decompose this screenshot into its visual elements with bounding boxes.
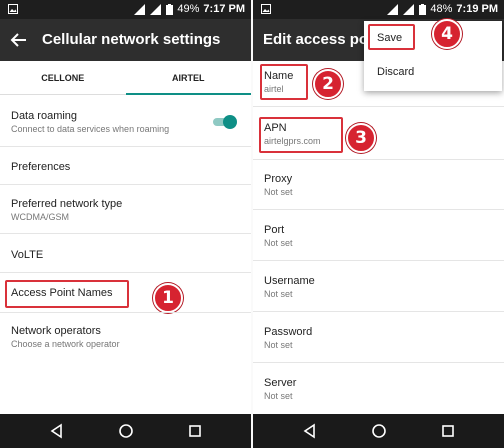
battery-percent: 48% — [430, 3, 453, 15]
item-subtitle: Connect to data services when roaming — [11, 124, 170, 134]
item-title: Data roaming — [11, 110, 78, 122]
item-title: Preferences — [11, 161, 71, 173]
nav-back-icon[interactable] — [302, 423, 318, 439]
battery-icon — [419, 3, 427, 15]
item-title: Preferred network type — [11, 198, 123, 210]
right-screen: 48% 7:19 PM Edit access poin Name airtel… — [253, 0, 504, 448]
step-badge-4: 4 — [432, 19, 462, 49]
divider — [0, 146, 251, 147]
divider — [253, 106, 504, 107]
image-notification-icon — [261, 4, 271, 14]
item-subtitle: WCDMA/GSM — [11, 212, 69, 222]
divider — [0, 184, 251, 185]
field-value: Not set — [264, 391, 293, 401]
network-operators-item[interactable]: Network operators Choose a network opera… — [11, 325, 241, 349]
field-value: Not set — [264, 289, 293, 299]
nav-home-icon[interactable] — [371, 423, 387, 439]
divider — [253, 260, 504, 261]
apn-field-port[interactable]: Port Not set — [264, 224, 494, 248]
battery-percent: 49% — [177, 3, 200, 15]
tab-indicator — [125, 93, 251, 95]
highlight-box-access-point-names — [5, 280, 129, 308]
data-roaming-item[interactable]: Data roaming Connect to data services wh… — [11, 110, 241, 134]
highlight-box-save — [368, 24, 415, 50]
apn-field-username[interactable]: Username Not set — [264, 275, 494, 299]
step-badge-1: 1 — [153, 283, 183, 313]
field-value: Not set — [264, 238, 293, 248]
status-time: 7:19 PM — [456, 3, 498, 15]
apn-field-server[interactable]: Server Not set — [264, 377, 494, 401]
back-arrow-icon[interactable] — [10, 31, 28, 49]
tab-cellone[interactable]: CELLONE — [0, 61, 126, 95]
status-bar: 48% 7:19 PM — [253, 0, 504, 19]
divider — [253, 362, 504, 363]
field-value: Not set — [264, 340, 293, 350]
item-title: VoLTE — [11, 249, 44, 261]
left-screen: 49% 7:17 PM Cellular network settings CE… — [0, 0, 251, 448]
image-notification-icon — [8, 4, 18, 14]
field-label: Port — [264, 224, 285, 236]
apn-field-proxy[interactable]: Proxy Not set — [264, 173, 494, 197]
field-label: Password — [264, 326, 313, 338]
battery-icon — [166, 3, 174, 15]
step-badge-3: 3 — [346, 123, 376, 153]
field-label: Server — [264, 377, 297, 389]
status-time: 7:17 PM — [203, 3, 245, 15]
nav-back-icon[interactable] — [49, 423, 65, 439]
divider — [253, 159, 504, 160]
tab-airtel[interactable]: AIRTEL — [126, 61, 252, 95]
preferences-item[interactable]: Preferences — [11, 161, 241, 173]
signal-icon-secondary — [403, 3, 415, 15]
field-label: Proxy — [264, 173, 293, 185]
divider — [253, 311, 504, 312]
volte-item[interactable]: VoLTE — [11, 249, 241, 261]
apn-field-password[interactable]: Password Not set — [264, 326, 494, 350]
navigation-bar — [0, 414, 251, 448]
divider — [253, 209, 504, 210]
divider — [0, 233, 251, 234]
highlight-box-name — [260, 64, 308, 100]
navigation-bar — [253, 414, 504, 448]
nav-home-icon[interactable] — [118, 423, 134, 439]
data-roaming-toggle[interactable] — [211, 114, 237, 130]
step-badge-2: 2 — [313, 69, 343, 99]
field-label: Username — [264, 275, 315, 287]
item-subtitle: Choose a network operator — [11, 339, 120, 349]
signal-icon — [387, 3, 399, 15]
preferred-network-type-item[interactable]: Preferred network type WCDMA/GSM — [11, 198, 241, 222]
page-title: Cellular network settings — [42, 31, 221, 48]
sim-tabs: CELLONE AIRTEL — [0, 61, 251, 95]
app-bar: Cellular network settings — [0, 19, 251, 61]
toggle-thumb — [223, 115, 237, 129]
divider — [0, 312, 251, 313]
item-title: Network operators — [11, 325, 101, 337]
nav-recents-icon[interactable] — [440, 423, 456, 439]
status-bar: 49% 7:17 PM — [0, 0, 251, 19]
signal-icon — [134, 3, 146, 15]
divider — [0, 272, 251, 273]
signal-icon-secondary — [150, 3, 162, 15]
menu-item-discard[interactable]: Discard — [377, 66, 414, 78]
highlight-box-apn — [259, 117, 343, 153]
field-value: Not set — [264, 187, 293, 197]
nav-recents-icon[interactable] — [187, 423, 203, 439]
